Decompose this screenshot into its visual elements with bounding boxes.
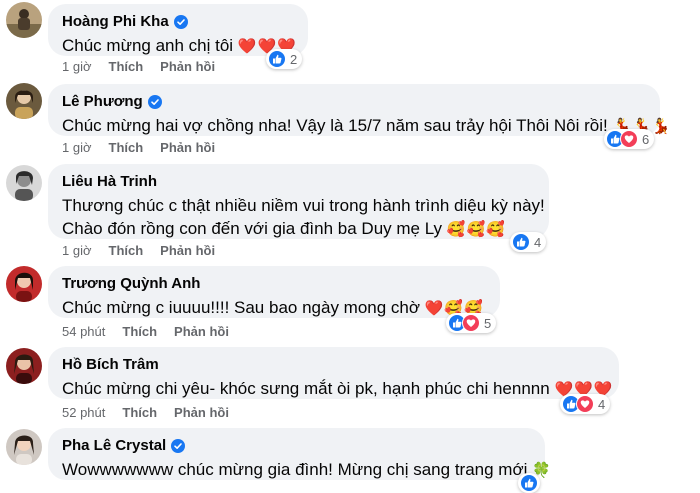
reaction-count: 2 [290,51,298,67]
comment-bubble: Liêu Hà Trinh Thương chúc c thật nhiều n… [48,164,549,239]
verified-badge-icon [147,94,162,109]
commenter-name[interactable]: Lê Phương [62,92,143,111]
reaction-count: 4 [534,234,542,250]
reaction-summary[interactable] [518,473,540,493]
comment-bubble: Hoàng Phi Kha Chúc mừng anh chị tôi ❤️❤️… [48,4,308,56]
reaction-count: 4 [598,396,606,412]
like-button[interactable]: Thích [122,405,157,420]
comment-actions: 52 phút Thích Phản hồi [62,405,229,420]
comment-text: Thương chúc c thật nhiều niềm vui trong … [62,196,545,215]
avatar[interactable] [6,429,42,465]
commenter-name[interactable]: Hoàng Phi Kha [62,12,169,31]
reply-button[interactable]: Phản hồi [174,324,229,339]
reply-button[interactable]: Phản hồi [174,405,229,420]
comment-timestamp[interactable]: 54 phút [62,324,105,339]
reply-button[interactable]: Phản hồi [160,243,215,258]
comment-timestamp[interactable]: 1 giờ [62,243,92,258]
comment-actions: 1 giờ Thích Phản hồi [62,140,215,155]
reaction-summary[interactable]: 6 [604,129,655,149]
comment-timestamp[interactable]: 52 phút [62,405,105,420]
comment-text: Wowwwwwww chúc mừng gia đình! Mừng chị s… [62,460,528,479]
comment-emojis: 🥰🥰🥰 [446,221,506,238]
heart-icon [576,395,594,413]
comment-actions: 1 giờ Thích Phản hồi [62,59,215,74]
like-button[interactable]: Thích [122,324,157,339]
like-button[interactable]: Thích [109,140,144,155]
commenter-name[interactable]: Pha Lê Crystal [62,436,166,455]
comment-text: Chúc mừng hai vợ chồng nha! Vậy là 15/7 … [62,116,608,135]
commenter-name[interactable]: Trương Quỳnh Anh [62,274,200,293]
verified-badge-icon [173,14,188,29]
like-button[interactable]: Thích [109,243,144,258]
reaction-count: 5 [484,315,492,331]
heart-icon [462,314,480,332]
avatar[interactable] [6,348,42,384]
comment-text: Chúc mừng anh chị tôi [62,36,234,55]
like-button[interactable]: Thích [109,59,144,74]
reaction-summary[interactable]: 5 [446,313,497,333]
commenter-name[interactable]: Liêu Hà Trinh [62,172,157,191]
comment-timestamp[interactable]: 1 giờ [62,59,92,74]
comment-timestamp[interactable]: 1 giờ [62,140,92,155]
comment-text: Chúc mừng chi yêu- khóc sưng mắt òi pk, … [62,379,550,398]
heart-icon [620,130,638,148]
thumbs-up-icon [512,233,530,251]
avatar[interactable] [6,266,42,302]
avatar[interactable] [6,83,42,119]
thumbs-up-icon [268,50,286,68]
comment-actions: 1 giờ Thích Phản hồi [62,243,215,258]
reply-button[interactable]: Phản hồi [160,59,215,74]
comment-text-line-2: Chào đón rồng con đến với gia đình ba Du… [62,219,443,238]
reaction-count: 6 [642,131,650,147]
comment-text: Chúc mừng c iuuuu!!!! Sau bao ngày mong … [62,298,421,317]
comment-bubble: Lê Phương Chúc mừng hai vợ chồng nha! Vậ… [48,84,670,136]
thumbs-up-icon [520,474,538,492]
comment-bubble: Pha Lê Crystal Wowwwwwww chúc mừng gia đ… [48,428,551,480]
avatar[interactable] [6,165,42,201]
comment-bubble: Trương Quỳnh Anh Chúc mừng c iuuuu!!!! S… [48,266,500,318]
comment-actions: 54 phút Thích Phản hồi [62,324,229,339]
reply-button[interactable]: Phản hồi [160,140,215,155]
verified-badge-icon [171,438,186,453]
comment-bubble: Hồ Bích Trâm Chúc mừng chi yêu- khóc sưn… [48,347,619,399]
commenter-name[interactable]: Hồ Bích Trâm [62,355,159,374]
reaction-summary[interactable]: 4 [510,232,547,252]
avatar[interactable] [6,2,42,38]
reaction-summary[interactable]: 4 [560,394,611,414]
reaction-summary[interactable]: 2 [266,49,303,69]
